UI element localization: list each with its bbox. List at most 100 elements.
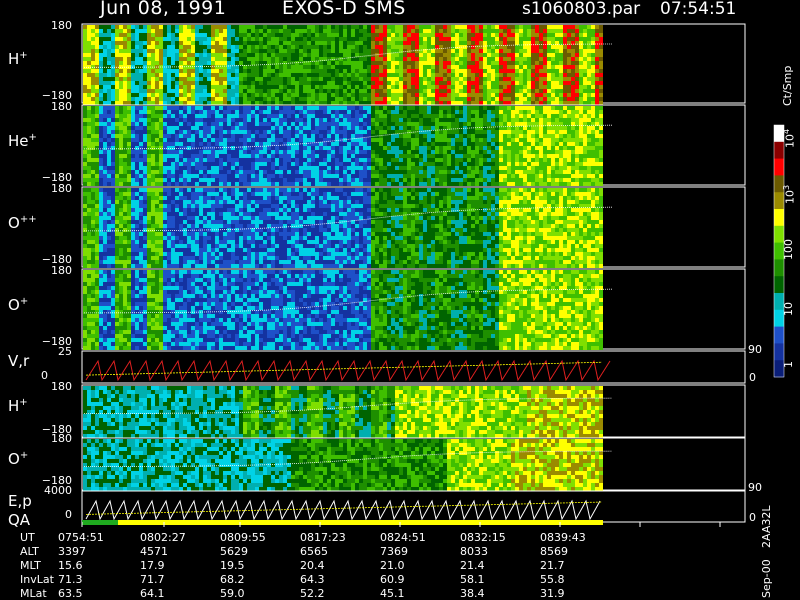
heatmap-cell [123, 33, 127, 37]
heatmap-cell [279, 97, 283, 101]
heatmap-cell [531, 85, 535, 89]
heatmap-cell [267, 57, 271, 61]
heatmap-cell [555, 178, 559, 182]
heatmap-cell [475, 142, 479, 146]
heatmap-cell [239, 114, 243, 118]
heatmap-cell [295, 146, 299, 150]
heatmap-cell [271, 162, 275, 166]
heatmap-cell [359, 126, 363, 130]
heatmap-cell [223, 37, 227, 41]
heatmap-cell [503, 150, 507, 154]
heatmap-cell [403, 29, 407, 33]
heatmap-cell [531, 150, 535, 154]
heatmap-cell [371, 41, 375, 45]
heatmap-cell [207, 77, 211, 81]
heatmap-cell [527, 170, 531, 174]
heatmap-cell [227, 114, 231, 118]
heatmap-cell [215, 166, 219, 170]
heatmap-cell [463, 69, 467, 73]
heatmap-cell [143, 61, 147, 65]
heatmap-cell [171, 61, 175, 65]
heatmap-cell [531, 33, 535, 37]
heatmap-cell [311, 49, 315, 53]
heatmap-cell [95, 166, 99, 170]
heatmap-cell [175, 122, 179, 126]
heatmap-cell [383, 65, 387, 69]
heatmap-cell [455, 178, 459, 182]
heatmap-cell [491, 65, 495, 69]
heatmap-cell [283, 162, 287, 166]
heatmap-cell [219, 110, 223, 114]
heatmap-cell [139, 93, 143, 97]
heatmap-cell [179, 85, 183, 89]
heatmap-cell [243, 81, 247, 85]
heatmap-cell [479, 93, 483, 97]
heatmap-cell [339, 61, 343, 65]
heatmap-cell [103, 77, 107, 81]
heatmap-cell [267, 134, 271, 138]
heatmap-cell [439, 158, 443, 162]
heatmap-cell [487, 114, 491, 118]
heatmap-cell [127, 122, 131, 126]
heatmap-cell [511, 97, 515, 101]
heatmap-cell [519, 130, 523, 134]
heatmap-cell [387, 69, 391, 73]
heatmap-cell [267, 85, 271, 89]
heatmap-cell [339, 174, 343, 178]
heatmap-cell [155, 89, 159, 93]
heatmap-cell [579, 101, 583, 105]
heatmap-cell [351, 45, 355, 49]
heatmap-cell [179, 106, 183, 110]
heatmap-cell [219, 81, 223, 85]
heatmap-cell [275, 97, 279, 101]
heatmap-cell [135, 97, 139, 101]
heatmap-cell [559, 93, 563, 97]
heatmap-cell [443, 85, 447, 89]
heatmap-cell [143, 170, 147, 174]
heatmap-cell [195, 118, 199, 122]
heatmap-cell [399, 73, 403, 77]
heatmap-cell [375, 33, 379, 37]
heatmap-cell [571, 29, 575, 33]
heatmap-cell [515, 25, 519, 29]
heatmap-cell [543, 138, 547, 142]
heatmap-cell [203, 150, 207, 154]
heatmap-cell [435, 85, 439, 89]
heatmap-cell [503, 101, 507, 105]
heatmap-cell [275, 170, 279, 174]
heatmap-cell [223, 110, 227, 114]
heatmap-cell [579, 53, 583, 57]
heatmap-cell [543, 154, 547, 158]
heatmap-cell [343, 69, 347, 73]
heatmap-cell [587, 77, 591, 81]
heatmap-cell [295, 106, 299, 110]
heatmap-cell [539, 122, 543, 126]
heatmap-cell [183, 41, 187, 45]
heatmap-cell [127, 25, 131, 29]
heatmap-cell [135, 33, 139, 37]
heatmap-cell [227, 37, 231, 41]
heatmap-cell [175, 29, 179, 33]
heatmap-cell [263, 146, 267, 150]
heatmap-cell [503, 77, 507, 81]
heatmap-cell [255, 69, 259, 73]
heatmap-cell [583, 85, 587, 89]
heatmap-cell [303, 146, 307, 150]
heatmap-cell [215, 170, 219, 174]
heatmap-cell [471, 158, 475, 162]
heatmap-cell [87, 118, 91, 122]
heatmap-cell [387, 122, 391, 126]
heatmap-cell [371, 57, 375, 61]
heatmap-cell [347, 134, 351, 138]
heatmap-cell [135, 61, 139, 65]
heatmap-cell [499, 142, 503, 146]
heatmap-cell [323, 166, 327, 170]
heatmap-cell [459, 61, 463, 65]
heatmap-cell [551, 77, 555, 81]
heatmap-cell [99, 89, 103, 93]
heatmap-cell [355, 166, 359, 170]
heatmap-cell [139, 138, 143, 142]
heatmap-cell [347, 53, 351, 57]
heatmap-cell [435, 122, 439, 126]
heatmap-cell [463, 77, 467, 81]
